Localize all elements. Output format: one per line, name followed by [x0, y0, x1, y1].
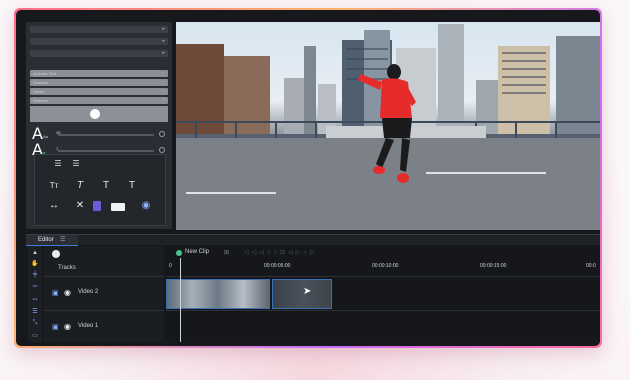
trim-icon[interactable]: ⇿ [31, 296, 39, 303]
app-frame: ▸ ▸ ▸ Animate Text ▸ Shadow ▸ Stroke ▸ S… [14, 8, 602, 348]
ripple-icon[interactable]: ☰ [31, 308, 39, 315]
tracks-header: Tracks ▣ ◉ Video 2 ▣ ◉ Video 1 [44, 246, 164, 342]
timeline-tool-column: ▲ ✋ ╪ ═ ⇿ ☰ ⤡ ▭ [28, 246, 42, 342]
panel-row-expanded[interactable]: Shadow ▾ [30, 97, 168, 104]
align-left-icon[interactable]: ☰ [49, 157, 67, 171]
panel-row-1[interactable]: ▸ [30, 26, 168, 33]
resize-icon[interactable]: ↔ [45, 199, 63, 213]
eye-icon[interactable]: ◉ [137, 199, 155, 213]
eye-icon[interactable]: ◉ [64, 288, 71, 297]
panel-row-stroke[interactable]: Stroke ▸ [30, 88, 168, 95]
chevron-down-icon: ▾ [162, 97, 165, 103]
slip-icon[interactable]: ⤡ [31, 320, 39, 327]
add-clip-icon[interactable] [176, 250, 182, 256]
color-picker-knob[interactable] [90, 109, 100, 119]
track-header-video-1[interactable]: ▣ ◉ Video 1 [44, 310, 164, 343]
track-video-1 [166, 310, 600, 343]
reset-icon[interactable] [159, 131, 165, 137]
text-regular-icon[interactable]: T [97, 179, 115, 193]
mouse-cursor-icon: ➤ [303, 286, 312, 297]
city-rooftop-scene [176, 24, 600, 230]
chevron-right-icon: ▸ [162, 50, 165, 56]
cut-icon[interactable]: ╪ [31, 272, 39, 278]
trash-icon[interactable] [93, 201, 101, 211]
lock-icon[interactable]: ▣ [52, 289, 59, 297]
font-size-row: A Aa 28 [30, 124, 168, 143]
panel-row-shadow[interactable]: Shadow ▸ [30, 79, 168, 86]
chevron-right-icon: ▸ [162, 38, 165, 44]
eye-icon[interactable]: ◉ [64, 322, 71, 331]
playhead[interactable] [180, 258, 181, 342]
panel-row-animate[interactable]: Animate Text ▸ [30, 70, 168, 77]
opacity-slider[interactable] [58, 150, 154, 152]
video-clip-selected[interactable]: ➤ [272, 279, 332, 309]
editor-window: ▸ ▸ ▸ Animate Text ▸ Shadow ▸ Stroke ▸ S… [16, 10, 600, 346]
cursor-icon[interactable]: ▲ [31, 250, 39, 256]
close-icon[interactable]: ✕ [71, 199, 89, 213]
track-header-video-2[interactable]: ▣ ◉ Video 2 [44, 276, 164, 311]
text-italic-icon[interactable]: T [71, 179, 89, 193]
chevron-right-icon: ▸ [162, 26, 165, 32]
zoom-icon[interactable]: ▭ [31, 332, 39, 339]
timeline[interactable]: New Clip ⊞ ◁◁◁○○⊡◁▷○▷ 0 00:00:05:00 00:0… [166, 246, 600, 342]
panel-row-2[interactable]: ▸ [30, 38, 168, 45]
menu-icon[interactable]: ☰ [60, 235, 65, 245]
text-box-icon[interactable] [111, 203, 125, 211]
new-clip-button[interactable]: New Clip [185, 249, 209, 255]
tracks-label: Tracks [58, 265, 76, 271]
font-size-slider[interactable] [58, 134, 154, 136]
chevron-right-icon: ▸ [162, 79, 165, 85]
align-center-icon[interactable]: ☰ [67, 157, 85, 171]
lock-icon[interactable]: ▣ [52, 323, 59, 331]
tab-editor[interactable]: Editor ☰ [26, 235, 78, 246]
color-picker-bar[interactable] [30, 106, 168, 122]
chevron-right-icon: ▸ [162, 88, 165, 94]
snap-icon[interactable]: ⊞ [224, 249, 229, 256]
reset-icon[interactable] [159, 147, 165, 153]
text-bold-icon[interactable]: T [123, 179, 141, 193]
format-toolbar: ☰ ☰ Tт T T T ↔ ✕ ◉ [34, 154, 166, 226]
playback-controls[interactable]: ◁◁◁○○⊡◁▷○▷ [244, 249, 318, 256]
editor-tab-bar: Editor ☰ [26, 234, 600, 246]
video-preview[interactable] [176, 22, 600, 230]
properties-panel: ▸ ▸ ▸ Animate Text ▸ Shadow ▸ Stroke ▸ S… [26, 22, 172, 229]
panel-row-3[interactable]: ▸ [30, 50, 168, 57]
split-icon[interactable]: ═ [31, 284, 39, 290]
track-video-2: ➤ [166, 276, 600, 311]
text-case-icon[interactable]: Tт [45, 179, 63, 193]
chevron-right-icon: ▸ [162, 70, 165, 76]
video-clip[interactable] [166, 279, 270, 309]
clock-icon [52, 250, 60, 258]
hand-icon[interactable]: ✋ [31, 260, 39, 267]
